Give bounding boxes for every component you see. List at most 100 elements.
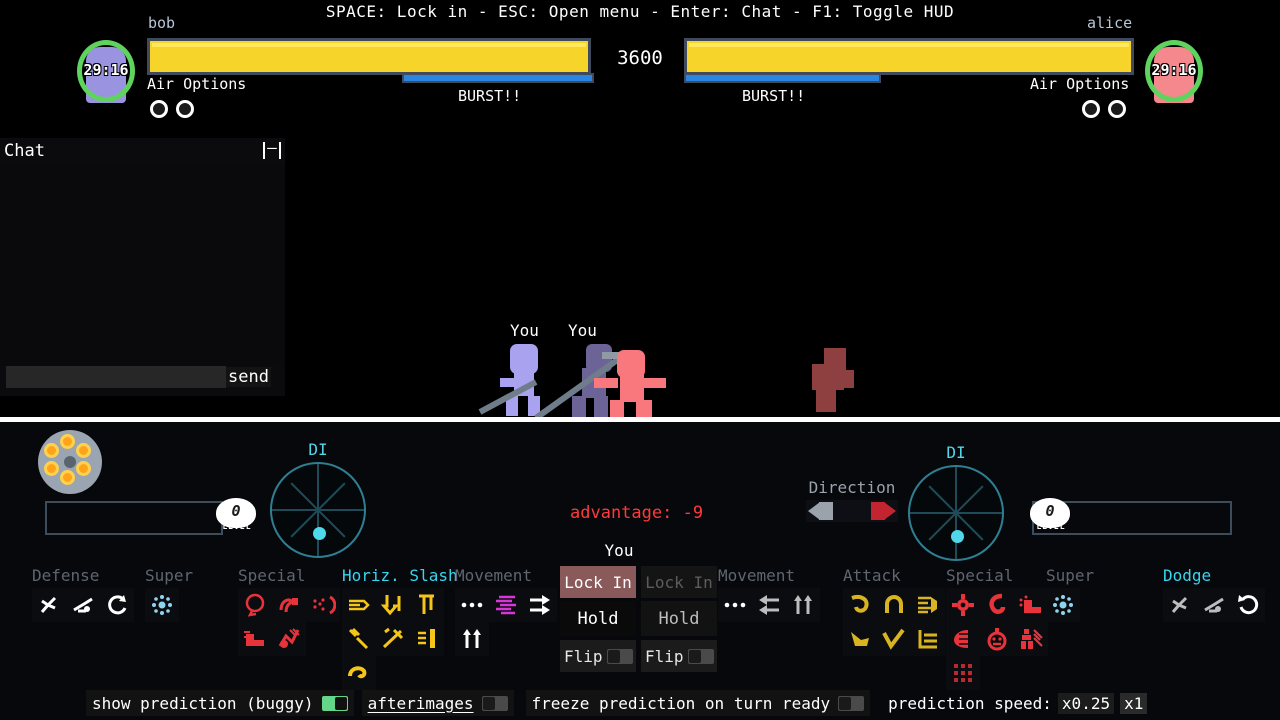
air-option-dot <box>176 100 194 118</box>
show-prediction-option[interactable]: show prediction (buggy) <box>86 690 354 716</box>
top-hud: SPACE: Lock in - ESC: Open menu - Enter:… <box>0 0 1280 130</box>
slam-special-icon[interactable] <box>238 622 272 656</box>
grid-special-icon[interactable] <box>946 656 980 690</box>
prediction-speed-x025[interactable]: x0.25 <box>1057 692 1115 714</box>
hook-attack-icon[interactable] <box>843 588 877 622</box>
hold-button-1[interactable]: Hold <box>560 601 636 636</box>
dots-move-icon[interactable] <box>455 588 489 622</box>
bracket-attack-icon[interactable] <box>911 622 945 656</box>
level-number-left: 0 <box>231 502 241 520</box>
icon-grid-special-right <box>946 588 1048 690</box>
thrust-slash-icon[interactable] <box>342 588 376 622</box>
air-options-dots-left <box>150 100 194 118</box>
reversal-icon[interactable] <box>100 588 134 622</box>
portrait-right-timer: 29:16 <box>1151 61 1197 79</box>
dodge-back-icon[interactable] <box>1163 588 1197 622</box>
health-bar-right-frame <box>684 38 1134 75</box>
level-bar-left <box>45 501 223 535</box>
dash-lines-icon[interactable] <box>489 588 523 622</box>
double-up-arrow-icon[interactable] <box>786 588 820 622</box>
shield-special-icon[interactable] <box>946 622 980 656</box>
wind-slash-icon[interactable] <box>342 622 376 656</box>
rush-special-icon[interactable] <box>272 622 306 656</box>
di-circle-right[interactable] <box>908 465 1004 561</box>
air-option-dot <box>1108 100 1126 118</box>
direction-toggle[interactable] <box>806 500 898 522</box>
air-options-label-right: Air Options <box>1030 75 1130 93</box>
slam-special-icon[interactable] <box>1014 588 1048 622</box>
revolver-bullet <box>60 434 75 449</box>
lock-in-button-1[interactable]: Lock In <box>560 566 636 598</box>
punch-attack-icon[interactable] <box>911 588 945 622</box>
di-circle-left[interactable] <box>270 462 366 558</box>
icon-grid-attack-right <box>843 588 945 656</box>
dodge-roll-icon[interactable] <box>1197 588 1231 622</box>
category-label-super-right: Super <box>1046 566 1095 585</box>
double-arrow-right-icon[interactable] <box>523 588 557 622</box>
down-slash-icon[interactable] <box>376 588 410 622</box>
show-prediction-toggle[interactable] <box>321 695 348 711</box>
lock-in-button-2[interactable]: Lock In <box>641 566 717 598</box>
arrow-right-icon[interactable] <box>884 502 896 520</box>
icon-grid-movement-left <box>455 588 557 656</box>
hand-slash-icon[interactable] <box>410 622 444 656</box>
up-slash-icon[interactable] <box>410 588 444 622</box>
dodge-spin-icon[interactable] <box>1231 588 1265 622</box>
revolver-hub <box>64 456 76 468</box>
flip-toggle-row-1[interactable]: Flip <box>560 640 636 672</box>
air-options-label-left: Air Options <box>147 75 247 93</box>
bomb-special-icon[interactable] <box>980 622 1014 656</box>
double-up-arrow-icon[interactable] <box>455 622 489 656</box>
clash-special-icon[interactable] <box>1014 622 1048 656</box>
icon-grid-horiz-slash <box>342 588 444 690</box>
icon-grid-super-left <box>145 588 179 622</box>
health-bar-right-gloss <box>689 43 1129 47</box>
you-label: You <box>604 541 634 560</box>
burst-bar-left-fill <box>404 75 592 81</box>
flip-toggle-row-2[interactable]: Flip <box>641 640 717 672</box>
icon-grid-defense <box>32 588 134 622</box>
arc-attack-icon[interactable] <box>877 588 911 622</box>
dash-left-icon[interactable] <box>752 588 786 622</box>
player-name-right: alice <box>1087 14 1133 32</box>
super-burst-icon[interactable] <box>1046 588 1080 622</box>
whip-special-icon[interactable] <box>980 588 1014 622</box>
freeze-prediction-option[interactable]: freeze prediction on turn ready <box>525 690 871 716</box>
ring-special-icon[interactable] <box>238 588 272 622</box>
level-badge-right: 0 LEVEL <box>1030 498 1070 534</box>
sweep-defense-icon[interactable] <box>66 588 100 622</box>
portrait-left-timer: 29:16 <box>83 61 129 79</box>
category-label-attack-right: Attack <box>843 566 901 585</box>
burst-bar-left <box>402 73 594 83</box>
kick-attack-icon[interactable] <box>843 622 877 656</box>
super-burst-icon[interactable] <box>145 588 179 622</box>
health-bar-left <box>147 38 591 78</box>
prediction-speed-x1[interactable]: x1 <box>1120 692 1148 714</box>
hold-button-2[interactable]: Hold <box>641 601 717 636</box>
gear-special-icon[interactable] <box>946 588 980 622</box>
afterimages-option[interactable]: afterimages <box>361 690 514 716</box>
curl-slash-icon[interactable] <box>342 656 376 690</box>
flip-toggle-2[interactable] <box>687 648 714 664</box>
freeze-prediction-toggle[interactable] <box>838 695 865 711</box>
afterimages-toggle[interactable] <box>481 695 508 711</box>
health-bar-left-gloss <box>152 43 586 47</box>
flip-toggle-1[interactable] <box>606 648 633 664</box>
health-bar-left-frame <box>147 38 591 75</box>
icon-grid-movement-right <box>718 588 820 622</box>
check-attack-icon[interactable] <box>877 622 911 656</box>
spiral-special-icon[interactable] <box>272 588 306 622</box>
revolver-meter-icon <box>38 430 102 494</box>
category-label-special-right: Special <box>946 566 1014 585</box>
dots-move-icon[interactable] <box>718 588 752 622</box>
dust-special-icon[interactable] <box>306 588 340 622</box>
fighter-tag-a: You <box>510 321 539 340</box>
direction-label: Direction <box>808 478 896 497</box>
category-label-super-left: Super <box>145 566 194 585</box>
kick-defense-icon[interactable] <box>32 588 66 622</box>
category-label-movement-left: Movement <box>455 566 533 585</box>
cross-slash-icon[interactable] <box>376 622 410 656</box>
flip-label-2: Flip <box>645 646 684 666</box>
category-label-special-left: Special <box>238 566 306 585</box>
air-option-dot <box>1082 100 1100 118</box>
